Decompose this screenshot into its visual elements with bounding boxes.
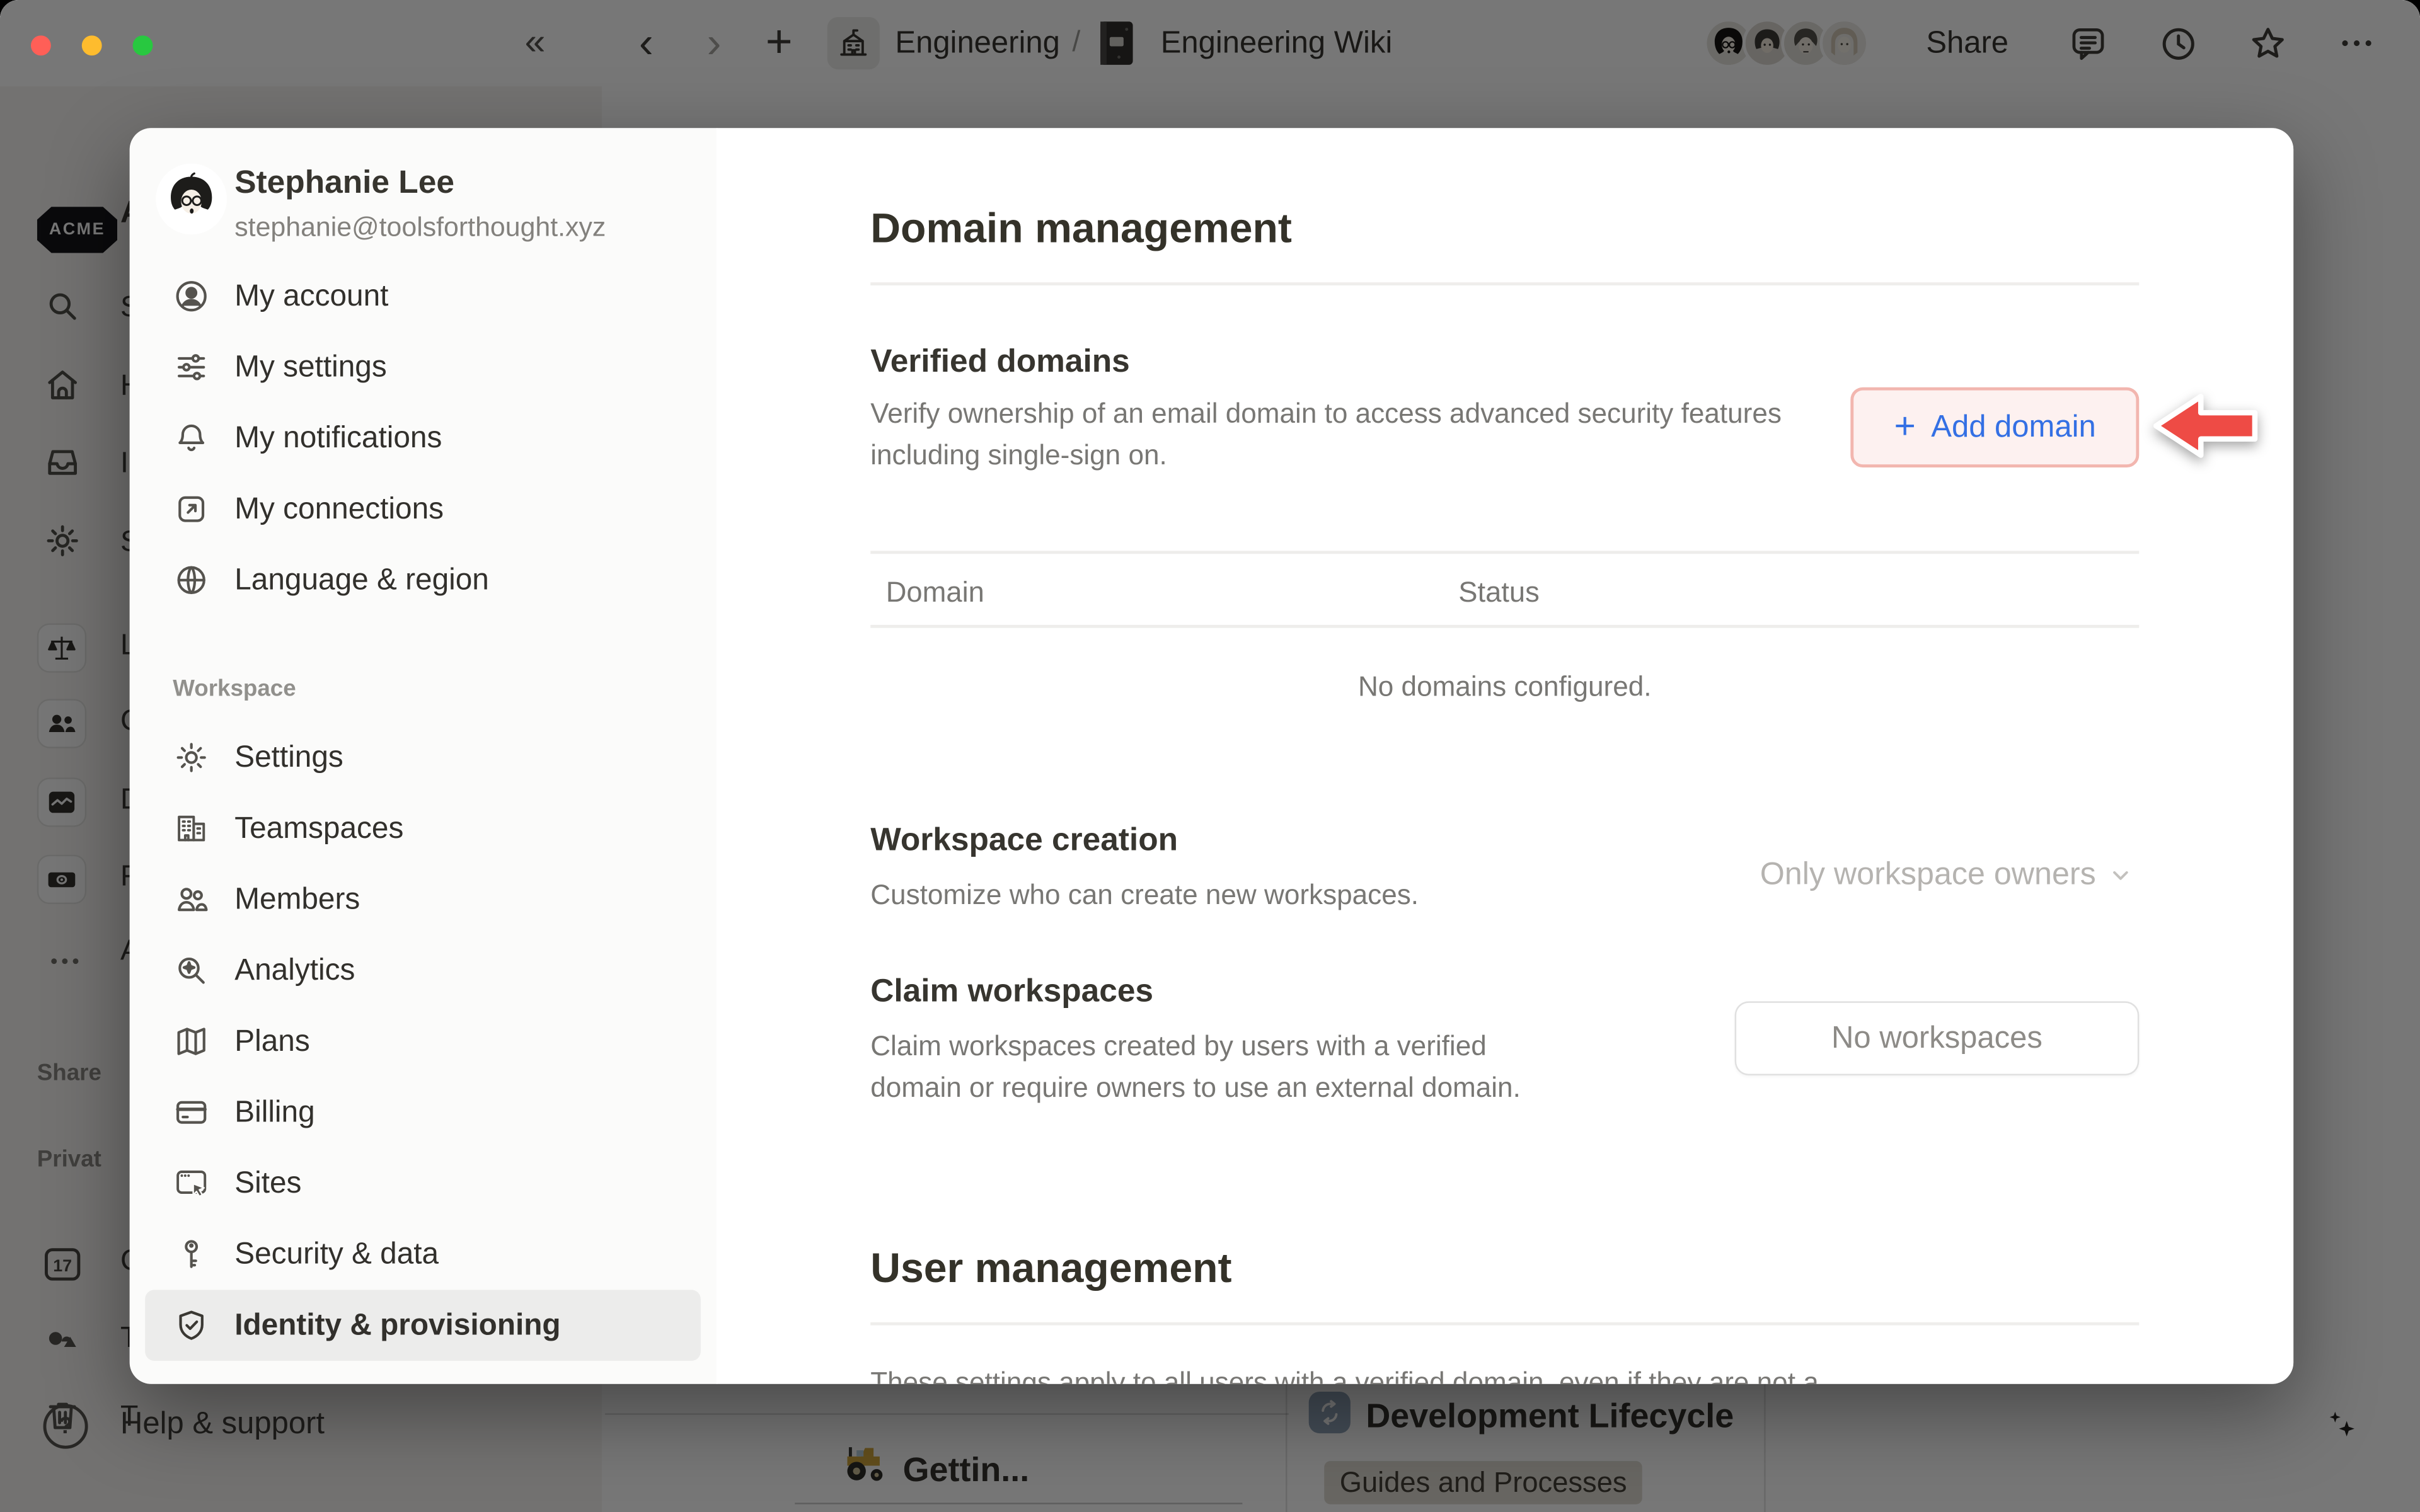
no-workspaces-button[interactable]: No workspaces (1735, 1001, 2140, 1075)
claim-workspaces-heading: Claim workspaces (870, 973, 1153, 1011)
workspace-section-label: Workspace (173, 676, 296, 702)
menu-identity-provisioning[interactable]: Identity & provisioning (145, 1290, 701, 1361)
user-name: Stephanie Lee (234, 165, 454, 202)
menu-plans[interactable]: Plans (145, 1006, 701, 1077)
settings-modal: Stephanie Lee stephanie@toolsforthought.… (130, 128, 2293, 1383)
gear-icon (173, 739, 210, 776)
bell-icon (173, 420, 210, 457)
user-management-heading: User management (870, 1245, 1231, 1293)
menu-my-settings[interactable]: My settings (145, 332, 701, 403)
divider (870, 1322, 2139, 1326)
buildings-icon (173, 810, 210, 847)
menu-contact-support-partial[interactable]: Contact support (145, 1372, 701, 1384)
menu-analytics[interactable]: Analytics (145, 935, 701, 1006)
close-window-button[interactable] (31, 35, 51, 55)
add-domain-button[interactable]: + Add domain (1851, 387, 2139, 467)
map-icon (173, 1023, 210, 1060)
magnifier-sparkle-icon (173, 952, 210, 989)
arrow-box-icon (173, 491, 210, 528)
settings-sidebar: Stephanie Lee stephanie@toolsforthought.… (130, 128, 718, 1383)
sliders-icon (173, 348, 210, 386)
menu-language-region[interactable]: Language & region (145, 544, 701, 616)
user-management-description-partial: These settings apply to all users with a… (870, 1362, 2139, 1383)
menu-my-notifications[interactable]: My notifications (145, 403, 701, 474)
table-border-bottom (870, 625, 2139, 628)
claim-workspaces-description: Claim workspaces created by users with a… (870, 1026, 1521, 1109)
menu-billing[interactable]: Billing (145, 1077, 701, 1148)
page-title: Domain management (870, 205, 1292, 253)
workspace-creation-dropdown[interactable]: Only workspace owners (1760, 856, 2133, 893)
shield-check-icon (173, 1307, 210, 1344)
empty-table-message: No domains configured. (870, 671, 2139, 703)
table-border-top (870, 551, 2139, 554)
settings-content: Domain management Verified domains Verif… (716, 128, 2293, 1383)
menu-teamspaces[interactable]: Teamspaces (145, 793, 701, 864)
menu-my-connections[interactable]: My connections (145, 474, 701, 545)
workspace-creation-description: Customize who can create new workspaces. (870, 875, 1419, 917)
highlight-arrow (2148, 389, 2262, 463)
minimize-window-button[interactable] (82, 35, 102, 55)
zoom-window-button[interactable] (133, 35, 153, 55)
menu-security-data[interactable]: Security & data (145, 1219, 701, 1290)
user-avatar (161, 168, 222, 230)
menu-members[interactable]: Members (145, 864, 701, 935)
globe-icon (173, 561, 210, 598)
menu-sites[interactable]: Sites (145, 1148, 701, 1219)
verified-domains-description: Verify ownership of an email domain to a… (870, 393, 1843, 476)
user-email: stephanie@toolsforthought.xyz (234, 212, 606, 244)
divider (870, 282, 2139, 285)
column-header-domain: Domain (886, 575, 984, 609)
browser-cursor-icon (173, 1165, 210, 1202)
person-circle-icon (173, 278, 210, 315)
menu-settings[interactable]: Settings (145, 722, 701, 793)
credit-card-icon (173, 1094, 210, 1131)
menu-my-account[interactable]: My account (145, 261, 701, 332)
column-header-status: Status (1458, 575, 1539, 609)
workspace-creation-heading: Workspace creation (870, 822, 1178, 859)
notion-window: « ‹ › + Engineering / (0, 0, 2420, 1512)
verified-domains-heading: Verified domains (870, 344, 1130, 381)
members-icon (173, 881, 210, 918)
plus-icon: + (1894, 409, 1915, 446)
chevron-down-icon (2108, 862, 2133, 887)
key-icon (173, 1236, 210, 1273)
